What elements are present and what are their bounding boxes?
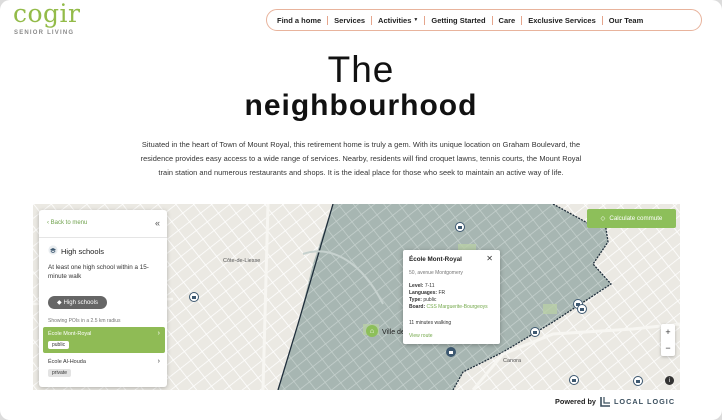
map-label-cote-de-liesse: Côte-de-Liesse	[223, 258, 261, 264]
view-route-link[interactable]: View route	[409, 333, 433, 339]
nav-find-a-home[interactable]: Find a home	[271, 16, 327, 25]
school-marker-icon[interactable]	[577, 304, 587, 314]
nav-activities-label: Activities	[378, 15, 412, 25]
logo-subtitle: SENIOR LIVING	[14, 30, 75, 36]
chevron-right-icon: ›	[157, 330, 160, 337]
popup-board: Board: CSS Marguerite-Bourgeoys	[409, 304, 488, 310]
nav-care[interactable]: Care	[493, 16, 522, 25]
category-description: At least one high school within a 15-min…	[48, 264, 149, 280]
type-label: Type:	[409, 297, 422, 303]
cogir-logo[interactable]: cogir SENIOR LIVING	[13, 0, 93, 38]
zoom-in-button[interactable]: +	[661, 324, 675, 340]
main-nav: Find a home Services Activities ▼ Getting…	[266, 9, 702, 31]
school-list-item[interactable]: École Al-Houda private ›	[43, 355, 165, 381]
nav-our-team[interactable]: Our Team	[603, 16, 649, 25]
nav-services[interactable]: Services	[328, 16, 371, 25]
languages-value: FR	[438, 290, 446, 296]
back-label: Back to menu	[50, 220, 88, 226]
school-popup: École Mont-Royal ✕ 50, avenue Montgomery…	[403, 250, 500, 344]
info-icon[interactable]: i	[665, 376, 674, 385]
page: cogir SENIOR LIVING Find a home Services…	[0, 0, 722, 420]
collapse-panel-icon[interactable]: «	[155, 218, 160, 228]
school-name: École Al-Houda	[48, 359, 86, 365]
calculate-commute-button[interactable]: ◇ Calculate commute	[587, 209, 676, 228]
zoom-out-button[interactable]: −	[661, 340, 675, 356]
zoom-control: + −	[661, 324, 675, 356]
chip-label: High schools	[63, 299, 98, 306]
nav-getting-started[interactable]: Getting Started	[425, 16, 491, 25]
pois-radius-note: Showing POIs in a 2.5 km radius	[48, 318, 121, 324]
poi-side-panel: ‹ Back to menu « High schools At least o…	[39, 210, 167, 387]
high-schools-filter-chip[interactable]: ◆ High schools	[48, 296, 107, 309]
school-category-icon	[48, 245, 58, 255]
school-marker-icon[interactable]	[189, 292, 199, 302]
neighbourhood-map[interactable]: Côte-de-Liesse Canora ⌂ Ville de ‹ Back …	[33, 204, 680, 390]
local-logic-logo: LOCAL LOGIC	[600, 396, 675, 407]
map-label-ville: Ville de	[382, 329, 405, 336]
intro-paragraph: Situated in the heart of Town of Mount R…	[140, 140, 582, 177]
category-title: High schools	[61, 247, 104, 256]
map-label-canora: Canora	[503, 358, 522, 364]
chevron-right-icon: ›	[157, 358, 160, 365]
school-marker-icon[interactable]	[633, 376, 643, 386]
school-type-badge: public	[48, 341, 70, 349]
calculate-commute-label: Calculate commute	[609, 215, 663, 222]
walk-time: 11 minutes walking	[409, 320, 452, 326]
local-logic-name: LOCAL LOGIC	[613, 397, 676, 406]
divider	[39, 237, 167, 238]
languages-label: Languages:	[409, 290, 438, 296]
nav-exclusive-services[interactable]: Exclusive Services	[522, 16, 602, 25]
nav-activities[interactable]: Activities ▼	[372, 16, 424, 25]
board-link[interactable]: CSS Marguerite-Bourgeoys	[427, 304, 488, 310]
school-icon: ◆	[57, 300, 62, 306]
popup-level: Level: 7-11	[409, 283, 434, 289]
board-label: Board:	[409, 304, 426, 310]
school-type-badge: private	[48, 369, 72, 377]
commute-icon: ◇	[600, 215, 606, 222]
popup-address: 50, avenue Montgomery	[409, 270, 463, 276]
powered-by-label: Powered by	[555, 397, 596, 406]
section-title-light: The	[327, 49, 395, 90]
back-to-menu-link[interactable]: ‹ Back to menu	[47, 220, 87, 226]
school-marker-icon[interactable]	[569, 375, 579, 385]
popup-title: École Mont-Royal	[409, 256, 462, 263]
logo-wordmark: cogir	[13, 0, 81, 28]
level-value: 7-11	[424, 283, 435, 289]
school-name: École Mont-Royal	[48, 331, 92, 337]
close-icon[interactable]: ✕	[486, 254, 493, 263]
chevron-down-icon: ▼	[413, 17, 419, 23]
school-list-item[interactable]: École Mont-Royal public ›	[43, 327, 165, 353]
residence-home-icon[interactable]: ⌂	[366, 325, 378, 337]
school-marker-icon[interactable]	[455, 222, 465, 232]
selected-school-marker-icon[interactable]	[446, 347, 456, 357]
popup-languages: Languages: FR	[409, 290, 445, 296]
school-marker-icon[interactable]	[530, 327, 540, 337]
level-label: Level:	[409, 283, 424, 289]
type-value: public	[423, 297, 437, 303]
powered-by[interactable]: Powered by LOCAL LOGIC	[555, 396, 675, 407]
section-title-bold: neighbourhood	[244, 89, 478, 122]
local-logic-icon	[600, 397, 610, 407]
popup-type: Type: public	[409, 297, 436, 303]
